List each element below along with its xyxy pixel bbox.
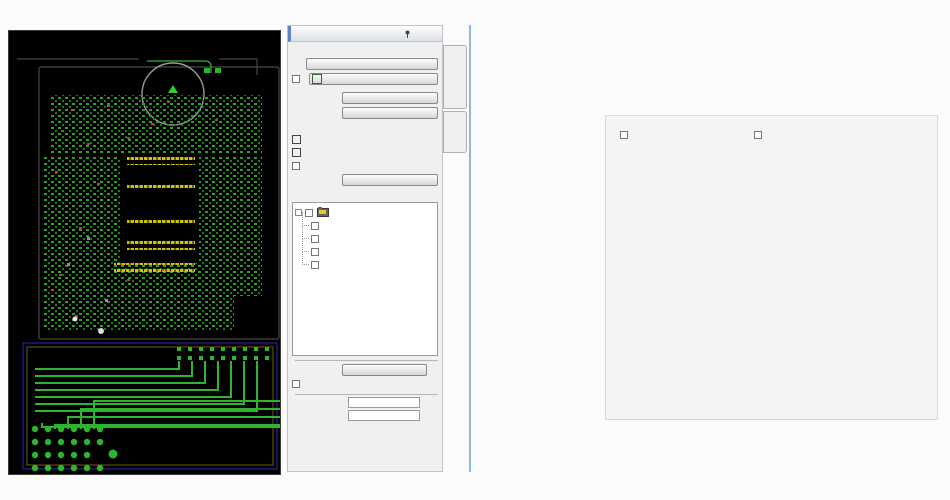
layer-visible-checkbox[interactable] — [292, 75, 300, 83]
tree-item-checkbox[interactable] — [311, 222, 319, 230]
tab-visibility[interactable] — [443, 45, 467, 109]
tree-root-row[interactable] — [295, 206, 435, 219]
pcb-traces — [35, 361, 280, 429]
tree-item[interactable] — [311, 232, 435, 245]
capacitor-icon — [324, 235, 331, 242]
pcb-via-white — [98, 328, 104, 334]
pcb-via-cluster — [32, 426, 118, 471]
show-nodecaps-checkbox-row[interactable] — [754, 131, 765, 139]
effective-radius-section-header — [292, 394, 438, 395]
show-previous-checkbox[interactable] — [620, 131, 628, 139]
show-nodecaps-checkbox[interactable] — [754, 131, 762, 139]
pcb-triangle-marker — [168, 85, 178, 93]
folder-icon — [317, 208, 329, 217]
rotation-dropdown[interactable] — [342, 364, 427, 376]
subclass-dropdown[interactable] — [309, 73, 438, 85]
pcb-via-white — [73, 317, 78, 322]
tab-find[interactable] — [443, 111, 467, 153]
impedance-chart — [606, 144, 939, 421]
minimize-button[interactable] — [414, 28, 426, 40]
pcb-canvas — [9, 31, 280, 474]
close-button[interactable] — [427, 28, 439, 40]
screenshot-root: { "ui": {"check": "✓", "minus": "-", "dr… — [0, 0, 950, 500]
decoupling-section-header — [292, 360, 438, 361]
threshold-input[interactable] — [348, 410, 420, 421]
pcb-layout-view[interactable] — [8, 30, 281, 475]
pin-icon[interactable] — [401, 28, 413, 40]
tree-item-checkbox[interactable] — [311, 235, 319, 243]
capacitor-icon — [324, 222, 331, 229]
pi-csets-arrow — [438, 221, 619, 315]
tree-item[interactable] — [311, 219, 435, 232]
pcb-pad — [204, 68, 210, 73]
show-previous-checkbox-row[interactable] — [620, 131, 631, 139]
subclass-color-swatch — [312, 74, 322, 84]
pcb-bga-field-top — [51, 95, 262, 153]
tree-expander-icon[interactable] — [295, 209, 302, 216]
mirror-checkbox[interactable] — [292, 380, 300, 388]
capacitor-tree[interactable] — [292, 202, 438, 356]
under-checkbox[interactable] — [292, 162, 300, 170]
class-dropdown[interactable] — [306, 58, 438, 70]
partno-dropdown[interactable] — [342, 174, 438, 186]
tree-item-checkbox[interactable] — [311, 248, 319, 256]
tree-item[interactable] — [311, 258, 435, 271]
tree-item-checkbox[interactable] — [311, 261, 319, 269]
same-layer-swatch — [292, 135, 301, 144]
pcb-room-outline-blue — [23, 343, 277, 469]
tree-root-checkbox[interactable] — [305, 209, 313, 217]
pcb-pad — [215, 68, 221, 73]
options-titlebar[interactable] — [288, 26, 442, 42]
ic-dropdown[interactable] — [342, 92, 438, 104]
impedance-result-panel — [605, 115, 938, 420]
pcb-escape-pads — [177, 347, 269, 360]
tree-item[interactable] — [311, 245, 435, 258]
options-panel — [287, 25, 443, 472]
pcb-yellow-pads — [114, 156, 195, 272]
pcb-bga-field-bottom — [43, 263, 234, 331]
total-voltage-input[interactable] — [348, 397, 420, 408]
capacitor-icon — [324, 261, 331, 268]
capacitor-icon — [324, 248, 331, 255]
pcb-room-outline-olive — [27, 347, 273, 465]
opposite-layer-swatch — [292, 148, 301, 157]
power-net-dropdown[interactable] — [342, 107, 438, 119]
